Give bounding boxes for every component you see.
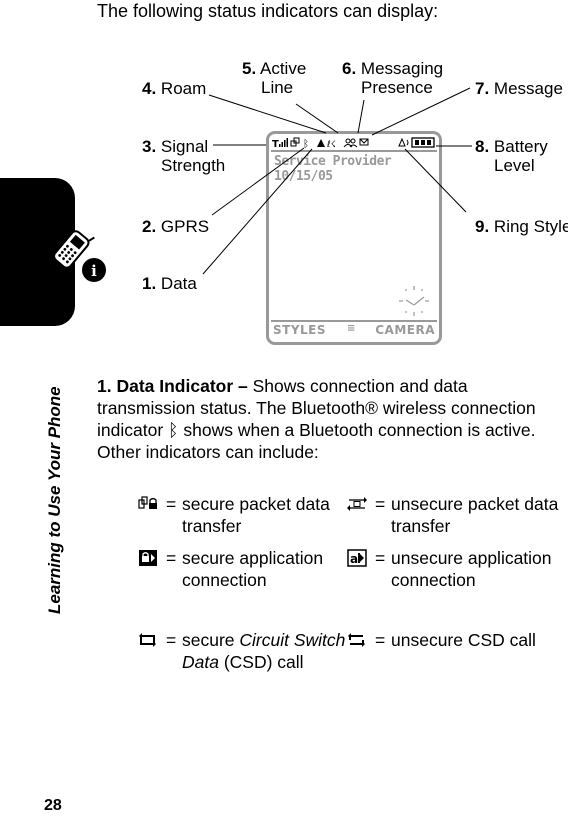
callout-message: 7. Message [475,79,563,98]
unsecure-packet-data-icon [347,497,367,511]
leader-gprs [211,147,305,216]
unsecure-csd-icon [348,633,365,647]
callout-signal-strength: 3. Signal Strength [142,137,226,175]
unsecure-application-icon: a [347,549,367,567]
callout-gprs: 2. GPRS [142,217,210,236]
leader-active-line [295,103,339,134]
callout-lines [202,87,472,275]
leader-messaging [357,99,365,134]
section-title: Learning to Use Your Phone [45,386,64,614]
secure-packet-data-icon [138,496,157,509]
callout-roam: 4. Roam [142,79,207,98]
data-indicator-description: 1. Data Indicator – Shows connection and… [97,376,536,462]
secure-application-icon [139,550,157,566]
callout-battery-level: 8. Battery Level [475,137,548,175]
callout-messaging-presence: 6. Messaging Presence [342,59,444,97]
leader-roam [208,94,327,134]
page-number: 28 [44,797,62,814]
bluetooth-icon: ᛒ [168,420,179,440]
callout-active-line: 5. Active Line [242,59,307,97]
leader-ring [404,148,467,213]
secure-csd-icon [139,633,156,647]
description-heading: 1. Data Indicator – [97,376,248,396]
callout-ring-style: 9. Ring Style [475,217,568,236]
callout-data: 1. Data [142,274,197,293]
svg-text:a: a [350,552,358,566]
